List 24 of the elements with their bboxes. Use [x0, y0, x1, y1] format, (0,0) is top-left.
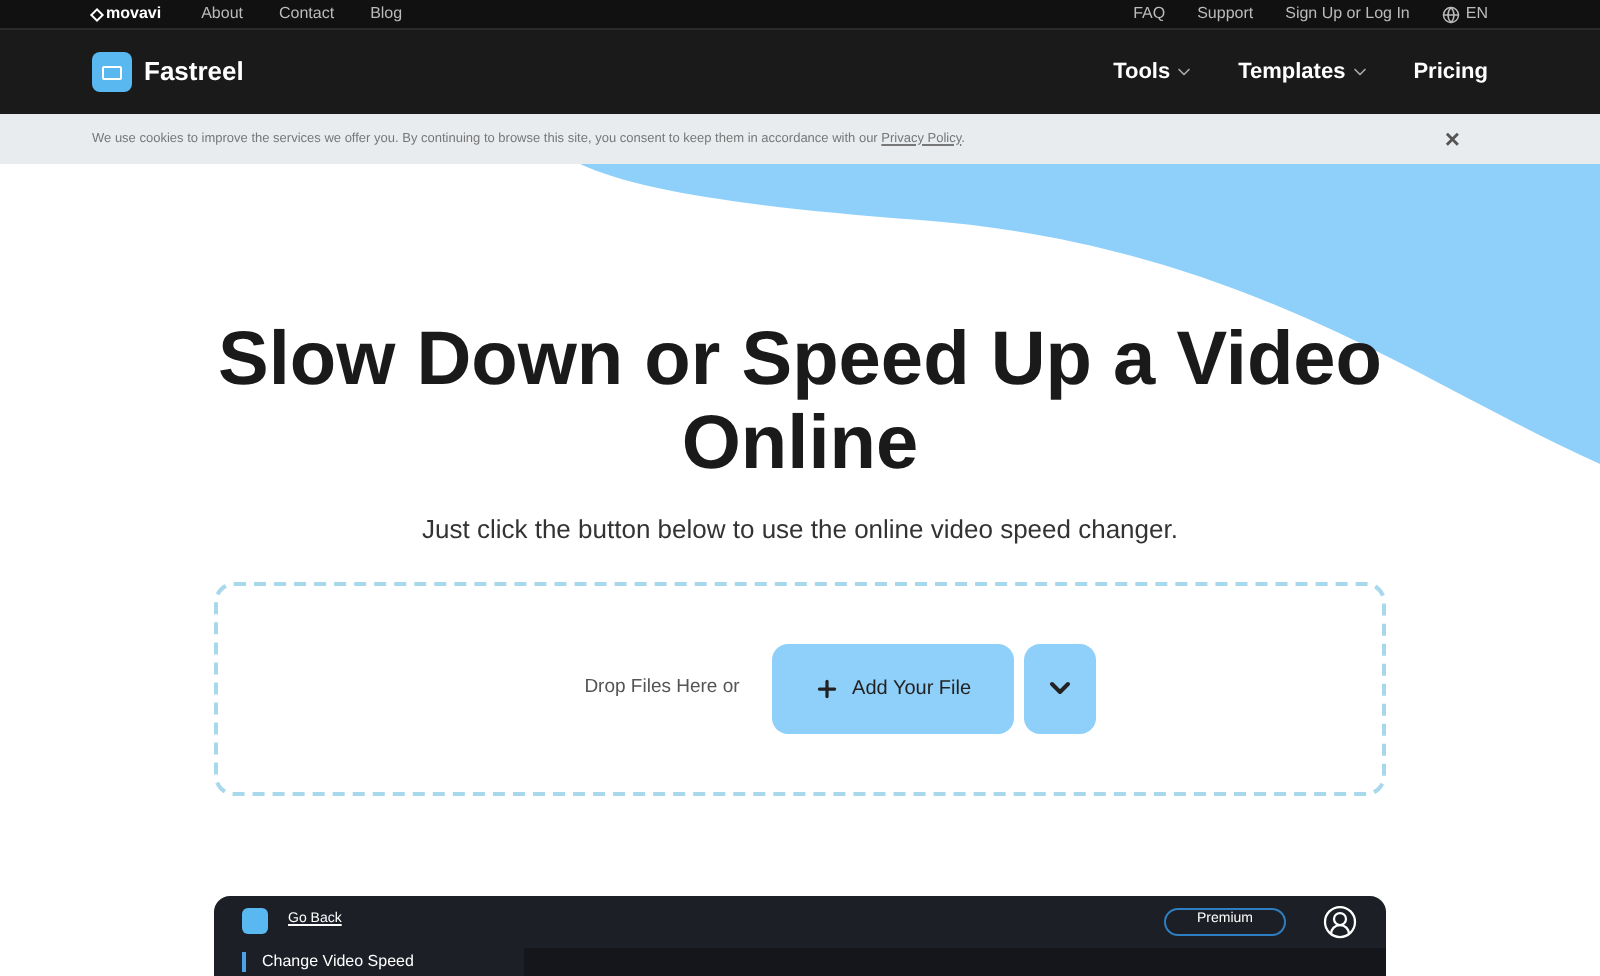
drop-zone[interactable]: Drop Files Here or Add Your File	[214, 581, 1386, 795]
sidebar-item[interactable]: Change Video Speed	[242, 951, 414, 971]
add-file-button[interactable]: Add Your File	[771, 643, 1014, 733]
close-button[interactable]: ×	[1444, 126, 1460, 152]
top-link[interactable]: Contact	[278, 2, 335, 26]
product-name[interactable]: Fastreel	[144, 52, 244, 92]
globe-icon	[1441, 5, 1460, 23]
app-logo-icon[interactable]	[92, 52, 132, 92]
hero-title: Slow Down or Speed Up a Video Online	[215, 318, 1385, 486]
top-link[interactable]: FAQ	[1133, 2, 1166, 26]
nav-menu-item[interactable]: Templates	[1238, 55, 1370, 89]
top-link[interactable]: Sign Up or Log In	[1285, 2, 1410, 26]
nav-menu-item[interactable]: Tools	[1113, 55, 1195, 89]
nav-menu-item[interactable]: Pricing	[1413, 55, 1488, 89]
top-link[interactable]: Support	[1197, 2, 1254, 26]
drop-text: Drop Files Here or	[584, 673, 740, 702]
top-link[interactable]: Blog	[370, 2, 403, 26]
app-icon	[242, 908, 268, 934]
language-selector[interactable]: EN	[1441, 2, 1488, 26]
top-link[interactable]: About	[201, 2, 243, 26]
user-icon[interactable]	[1322, 903, 1358, 939]
movavi-logo[interactable]: movavi	[92, 2, 162, 26]
plus-icon	[814, 675, 841, 701]
hero-subtitle: Just click the button below to use the online video speed changer.	[422, 512, 1178, 548]
